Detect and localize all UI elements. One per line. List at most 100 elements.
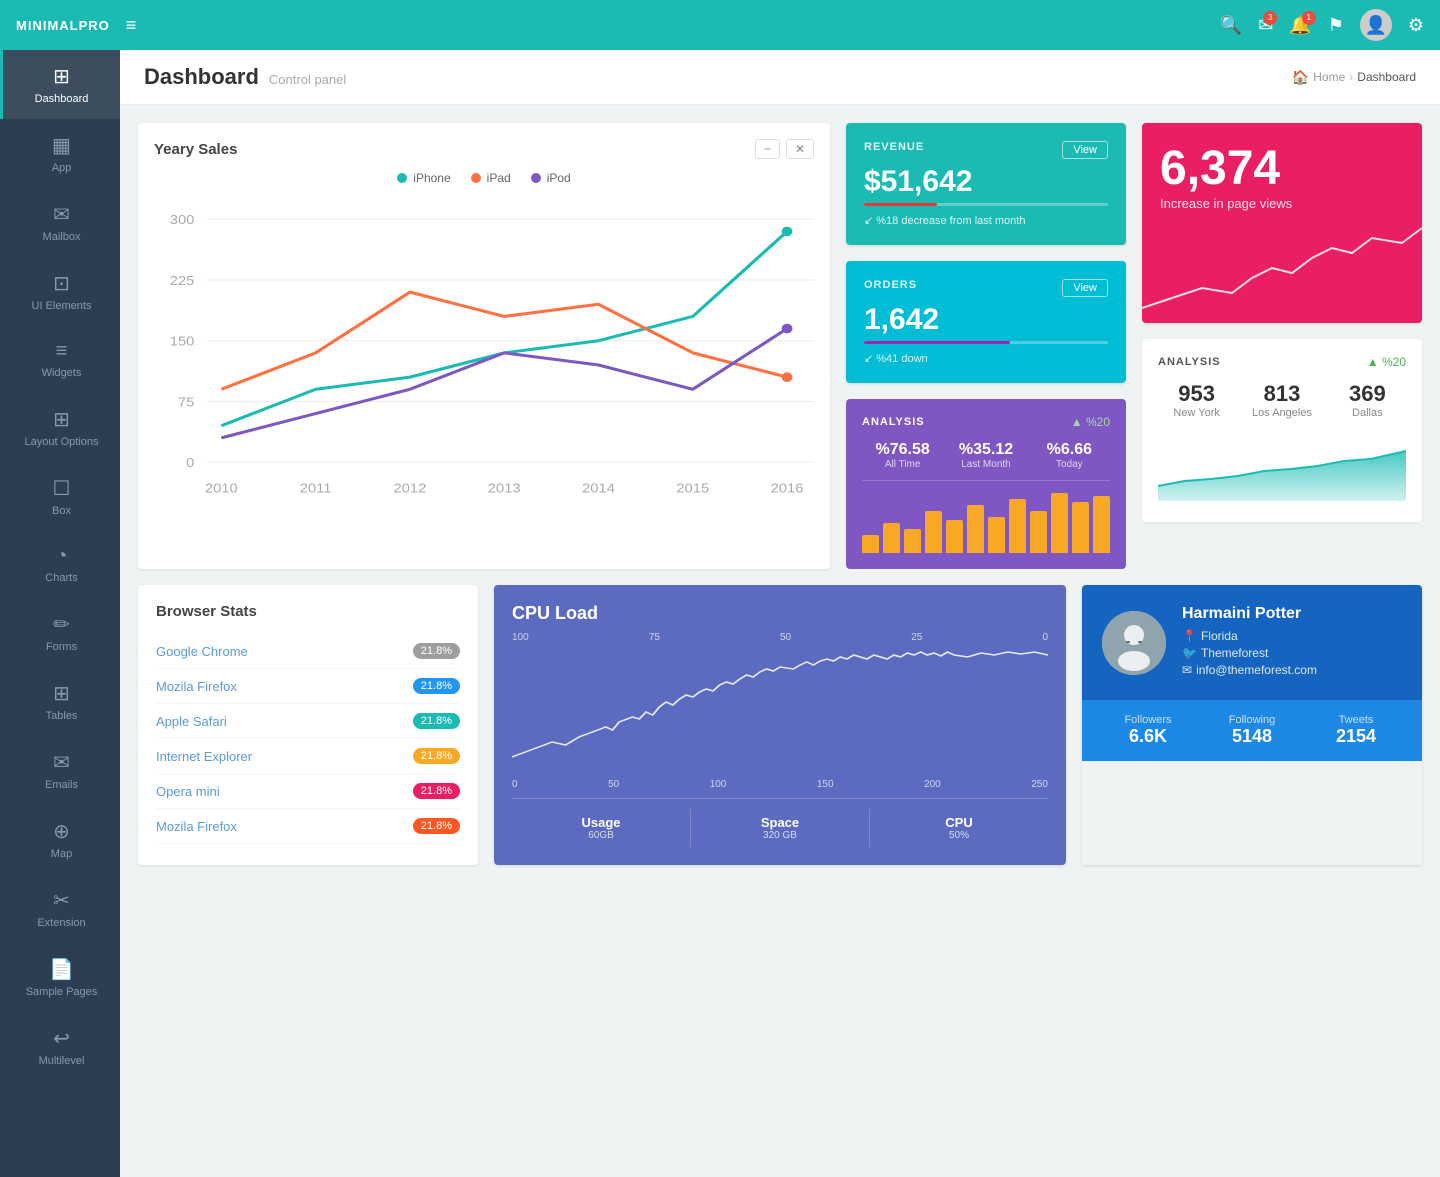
orders-change: ↙ %41 down [864,352,1108,365]
newyork-value: 953 [1158,381,1235,407]
alltime-value: %76.58 [862,441,943,459]
stat-cards-col1: REVENUE View $51,642 ↙ %18 decrease from… [846,123,1126,569]
page-subtitle: Control panel [269,72,346,87]
sidebar-item-app[interactable]: ▦ App [0,119,120,188]
cpu-sub: 50% [876,830,1042,841]
followers-label: Followers [1096,714,1200,726]
sidebar-item-box[interactable]: ☐ Box [0,462,120,531]
usage-sub: 60GB [518,830,684,841]
sidebar-item-widgets[interactable]: ≡ Widgets [0,326,120,393]
profile-info: Harmaini Potter 📍 Florida 🐦 Themeforest … [1182,605,1317,680]
usage-label: Usage [518,815,684,830]
legend-dot-ipad [471,173,481,183]
search-icon[interactable]: 🔍 [1220,15,1242,36]
bar-9 [1030,511,1047,553]
legend-iphone: iPhone [397,171,450,185]
revenue-change: ↙ %18 decrease from last month [864,214,1108,227]
browser-stats-card: Browser Stats Google Chrome 21.8% Mozila… [138,585,478,865]
alltime-label: All Time [862,459,943,470]
analysis-stats: %76.58 All Time %35.12 Last Month %6.66 … [862,441,1110,481]
city-dallas: 369 Dallas [1329,381,1406,419]
orders-view-button[interactable]: View [1062,279,1108,297]
revenue-view-button[interactable]: View [1062,141,1108,159]
chart-minimize-button[interactable]: − [755,139,780,159]
sidebar-item-forms[interactable]: ✏ Forms [0,598,120,667]
browser-item-ie: Internet Explorer 21.8% [156,739,460,774]
bar-3 [904,529,921,553]
bar-4 [925,511,942,553]
sidebar-item-emails[interactable]: ✉ Emails [0,736,120,805]
sidebar-item-tables[interactable]: ⊞ Tables [0,667,120,736]
page-header: Dashboard Control panel 🏠 Home › Dashboa… [120,50,1440,105]
pageviews-card: 6,374 Increase in page views [1142,123,1422,323]
browser-badge-chrome: 21.8% [413,643,460,659]
hamburger-menu-button[interactable]: ≡ [126,15,137,36]
browser-name-opera: Opera mini [156,784,220,799]
cpu-chart-area [512,647,1048,767]
stat-cards-col2: 6,374 Increase in page views ANALYSIS ▲ [1142,123,1422,569]
analysis2-card: ANALYSIS ▲ %20 953 New York 813 Los Ange… [1142,339,1422,522]
browser-badge-firefox: 21.8% [413,678,460,694]
bar-8 [1009,499,1026,553]
flag-icon[interactable]: ⚑ [1328,15,1344,36]
pageviews-chart [1142,218,1422,323]
orders-bar-fill [864,341,1010,344]
bar-12 [1093,496,1110,553]
email-text: info@themeforest.com [1196,663,1317,677]
svg-text:2010: 2010 [205,480,238,495]
user-avatar[interactable]: 👤 [1360,9,1392,41]
location-icon: 📍 [1182,629,1197,643]
main-content: Dashboard Control panel 🏠 Home › Dashboa… [120,50,1440,1177]
analysis-stat-alltime: %76.58 All Time [862,441,943,470]
cpu-stat-usage: Usage 60GB [512,809,690,847]
sidebar-item-map[interactable]: ⊕ Map [0,805,120,874]
bar-1 [862,535,879,553]
sidebar-item-extension[interactable]: ✂ Extension [0,874,120,943]
sidebar-label-mailbox: Mailbox [43,231,81,243]
browser-item-firefox2: Mozila Firefox 21.8% [156,809,460,844]
mail-badge: 3 [1263,11,1277,25]
analysis-card: ANALYSIS ▲ %20 %76.58 All Time %35.12 La… [846,399,1126,569]
sidebar-item-multilevel[interactable]: ↩ Multilevel [0,1012,120,1081]
settings-icon[interactable]: ⚙ [1408,15,1424,36]
analysis-bar-chart [862,493,1110,553]
today-label: Today [1029,459,1110,470]
revenue-card: REVENUE View $51,642 ↙ %18 decrease from… [846,123,1126,245]
sidebar: ⊞ Dashboard ▦ App ✉ Mailbox ⊡ UI Element… [0,50,120,1177]
browser-stats-title: Browser Stats [156,603,460,620]
cities-stats: 953 New York 813 Los Angeles 369 Dallas [1158,381,1406,419]
topnav-right: 🔍 ✉3 🔔1 ⚑ 👤 ⚙ [1220,9,1424,41]
bell-icon[interactable]: 🔔1 [1289,15,1311,36]
chart-header: Yeary Sales − ✕ [154,139,814,159]
emails-icon: ✉ [53,750,70,775]
analysis2-header: ANALYSIS ▲ %20 [1158,355,1406,369]
home-icon: 🏠 [1292,69,1309,86]
sidebar-item-charts[interactable]: ◔ Charts [0,531,120,598]
newyork-label: New York [1158,407,1235,419]
sidebar-label-ui-elements: UI Elements [32,300,92,312]
breadcrumb-home[interactable]: Home [1313,70,1345,84]
svg-text:75: 75 [178,394,195,409]
breadcrumb-separator: › [1349,70,1353,84]
sidebar-item-layout[interactable]: ⊞ Layout Options [0,393,120,462]
cpu-chart-svg [512,647,1048,767]
tables-icon: ⊞ [53,681,70,706]
sidebar-item-sample-pages[interactable]: 📄 Sample Pages [0,943,120,1012]
la-label: Los Angeles [1243,407,1320,419]
bar-6 [967,505,984,553]
analysis2-label: ANALYSIS [1158,356,1221,368]
sidebar-item-mailbox[interactable]: ✉ Mailbox [0,188,120,257]
following-value: 5148 [1200,726,1304,747]
sidebar-item-ui-elements[interactable]: ⊡ UI Elements [0,257,120,326]
revenue-label: REVENUE [864,141,924,153]
browser-item-firefox: Mozila Firefox 21.8% [156,669,460,704]
sidebar-item-dashboard[interactable]: ⊞ Dashboard [0,50,120,119]
chart-close-button[interactable]: ✕ [786,139,814,159]
multilevel-icon: ↩ [53,1026,70,1051]
sidebar-label-forms: Forms [46,641,77,653]
mail-icon[interactable]: ✉3 [1258,15,1273,36]
breadcrumb: 🏠 Home › Dashboard [1292,69,1416,86]
sample-pages-icon: 📄 [49,957,74,982]
top-row: Yeary Sales − ✕ iPhone iPad [138,123,1422,569]
cpu-load-card: CPU Load 1007550250 050100150200250 [494,585,1066,865]
